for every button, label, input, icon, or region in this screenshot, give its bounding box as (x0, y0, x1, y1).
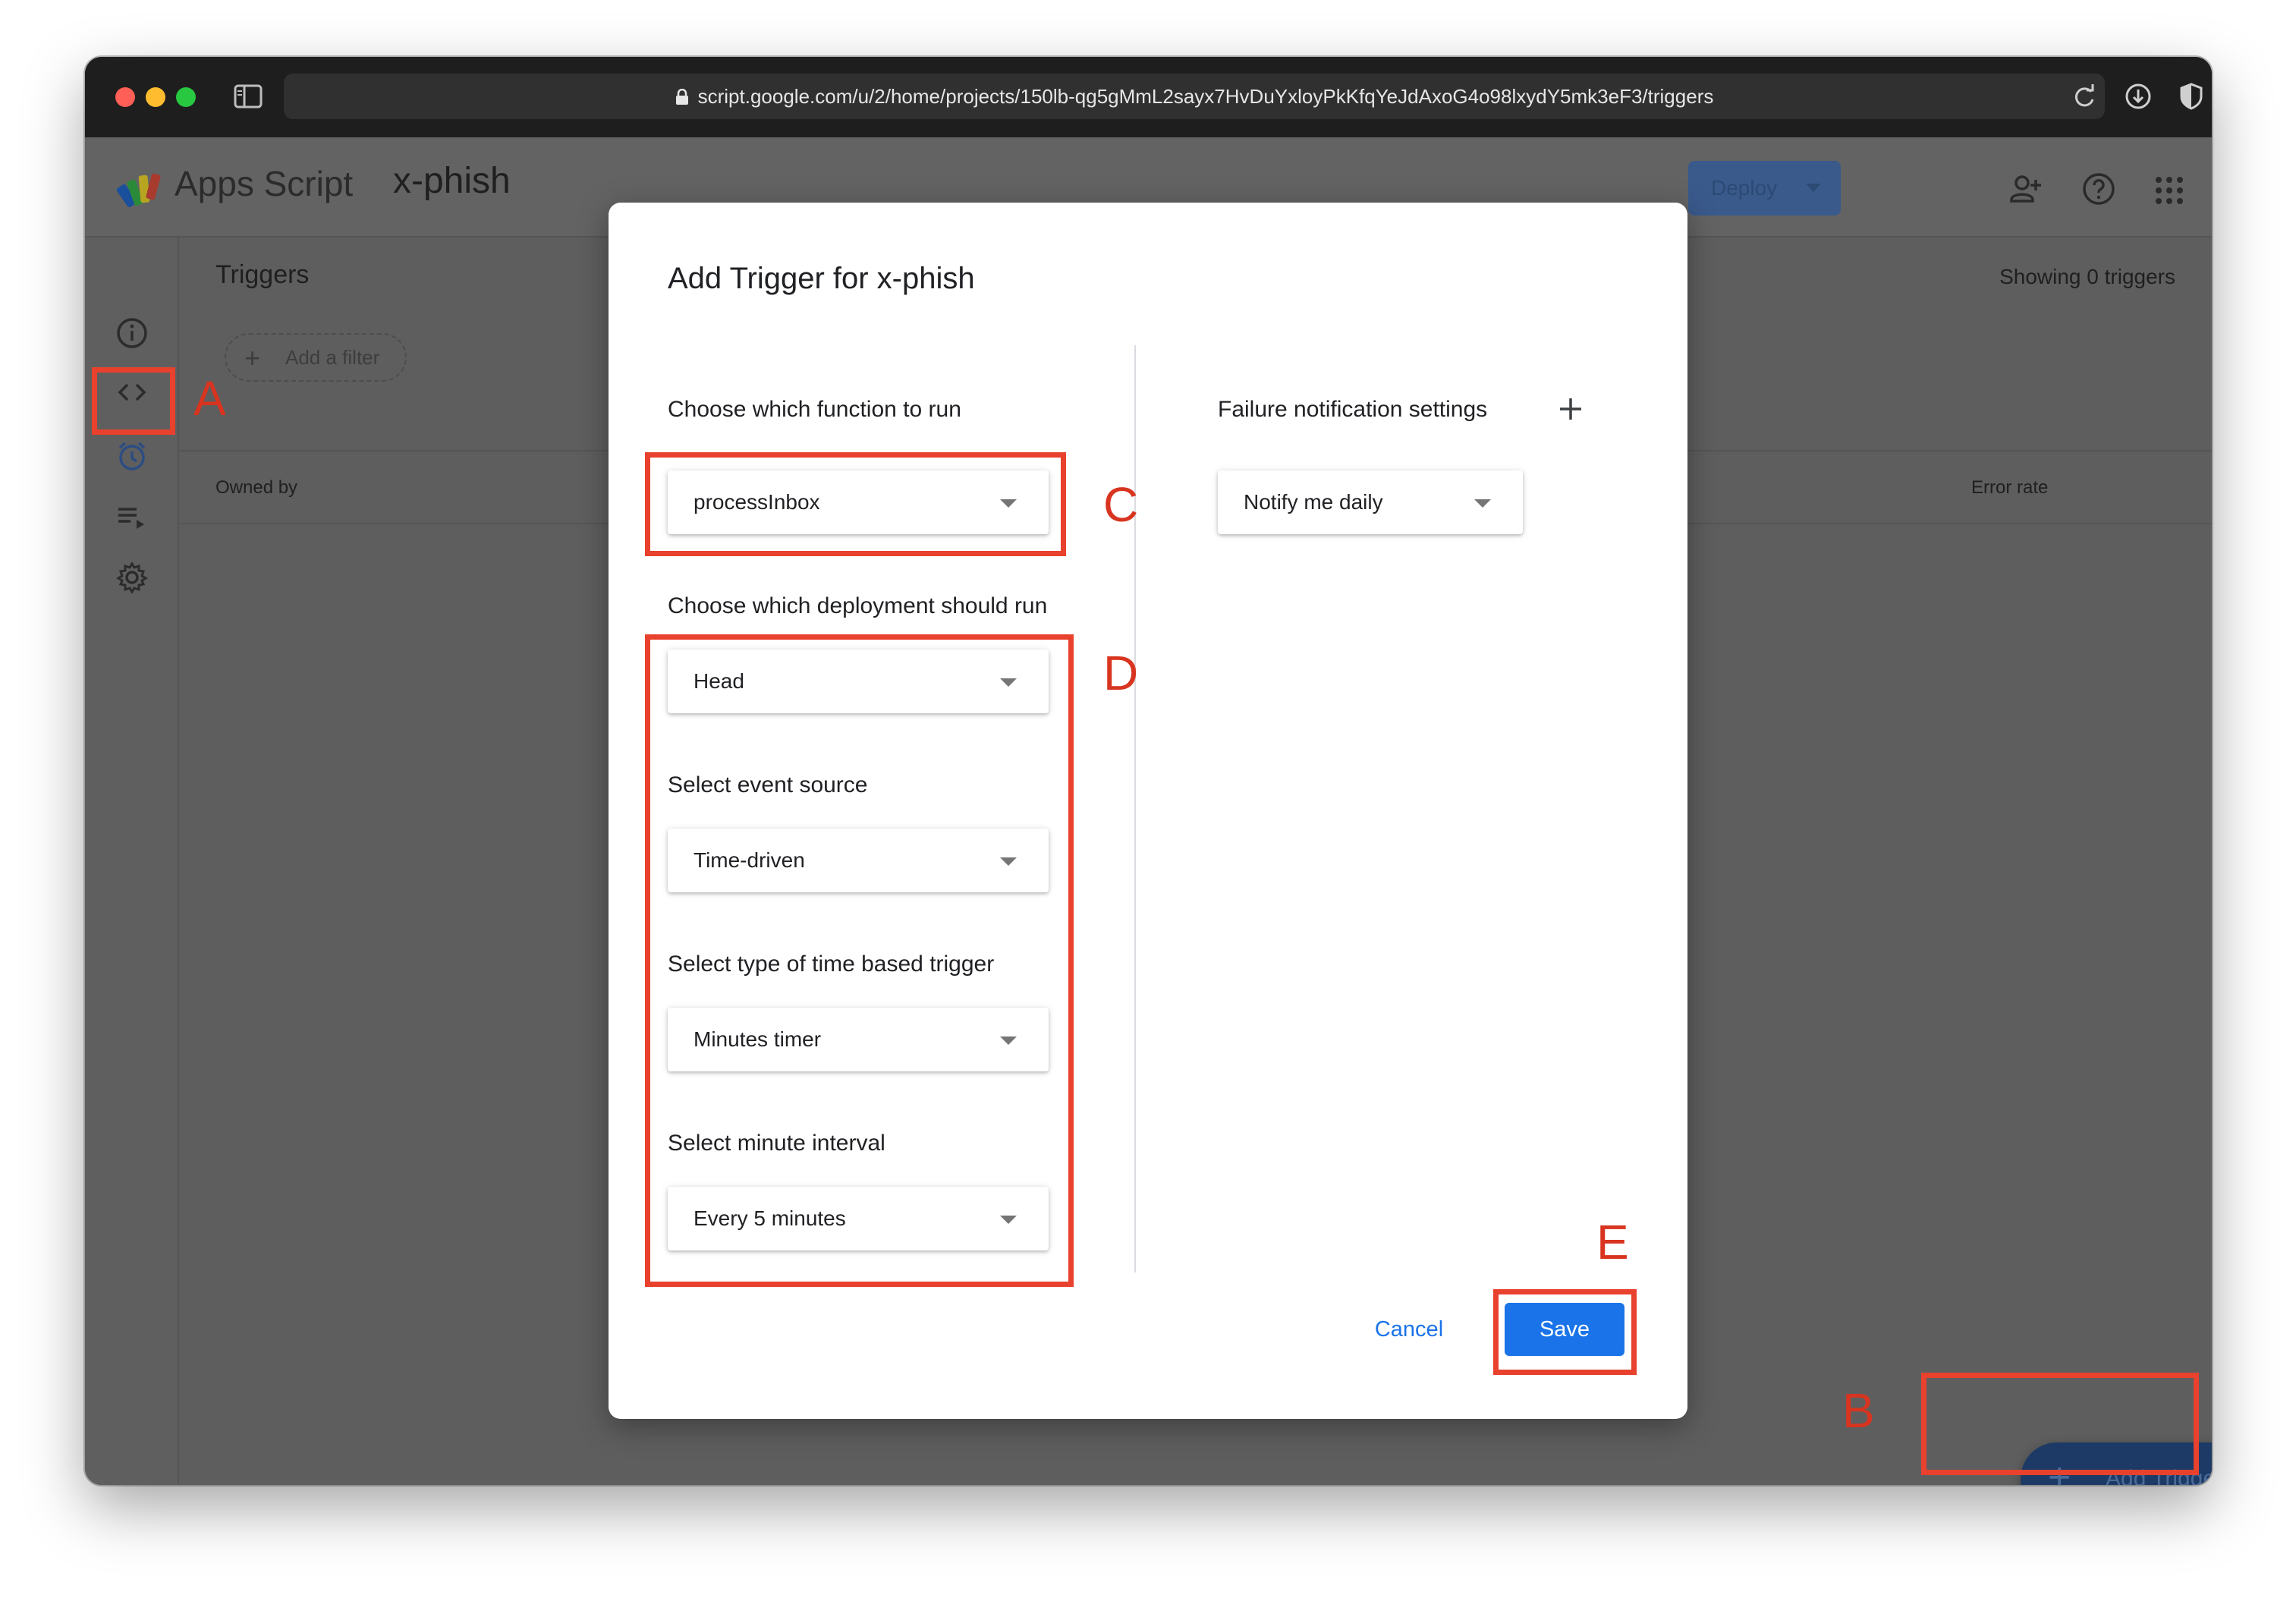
failure-notification-select[interactable]: Notify me daily (1218, 470, 1523, 534)
url-text: script.google.com/u/2/home/projects/150l… (697, 85, 1714, 108)
function-label: Choose which function to run (668, 397, 961, 422)
deployment-label: Choose which deployment should run (668, 593, 1048, 618)
browser-titlebar: script.google.com/u/2/home/projects/150l… (85, 57, 2212, 137)
page-title: Triggers (215, 260, 310, 289)
chevron-down-icon (1806, 184, 1821, 192)
deploy-label: Deploy (1711, 176, 1778, 200)
app-name: Apps Script (175, 164, 354, 203)
dialog-title: Add Trigger for x-phish (668, 262, 975, 295)
column-error-rate[interactable]: Error rate (1971, 477, 2048, 499)
callout-label-b: B (1842, 1383, 1875, 1438)
deploy-button[interactable]: Deploy (1688, 161, 1841, 215)
dropdown-arrow-icon (1474, 499, 1491, 508)
callout-box-b (1921, 1373, 2199, 1475)
reload-icon[interactable] (2070, 81, 2100, 112)
failure-notification-label: Failure notification settings (1218, 397, 1488, 422)
apps-grid-icon[interactable] (2151, 172, 2187, 209)
plus-icon: + (244, 342, 261, 373)
callout-label-c: C (1103, 477, 1139, 532)
zoom-window-button[interactable] (176, 87, 196, 107)
info-icon[interactable] (115, 316, 149, 350)
column-owned-by[interactable]: Owned by (215, 477, 297, 499)
add-filter-label: Add a filter (285, 346, 380, 369)
callout-label-a: A (193, 371, 226, 426)
executions-icon[interactable] (115, 502, 149, 535)
failure-notification-value: Notify me daily (1244, 490, 1383, 514)
project-name[interactable]: x-phish (393, 160, 511, 202)
close-window-button[interactable] (115, 87, 135, 107)
download-icon[interactable] (2123, 81, 2153, 112)
callout-box-d (645, 634, 1074, 1287)
callout-box-e (1493, 1289, 1637, 1375)
help-icon[interactable] (2081, 171, 2117, 207)
add-person-icon[interactable] (2007, 171, 2043, 207)
address-bar[interactable]: script.google.com/u/2/home/projects/150l… (284, 74, 2105, 119)
lock-icon (675, 89, 688, 105)
sidebar-icon[interactable] (234, 84, 263, 109)
callout-box-c (645, 452, 1066, 556)
plus-icon[interactable] (1555, 394, 1586, 424)
apps-script-logo-icon (117, 173, 161, 208)
gear-icon[interactable] (115, 561, 149, 594)
cancel-button[interactable]: Cancel (1367, 1303, 1451, 1356)
add-filter-button[interactable]: + Add a filter (225, 333, 407, 382)
shield-icon[interactable] (2176, 81, 2206, 112)
callout-label-e: E (1596, 1215, 1629, 1269)
alarm-clock-icon[interactable] (115, 439, 149, 473)
trigger-count: Showing 0 triggers (1999, 265, 2175, 288)
callout-box-a (92, 367, 175, 435)
minimize-window-button[interactable] (146, 87, 165, 107)
callout-label-d: D (1103, 646, 1139, 700)
